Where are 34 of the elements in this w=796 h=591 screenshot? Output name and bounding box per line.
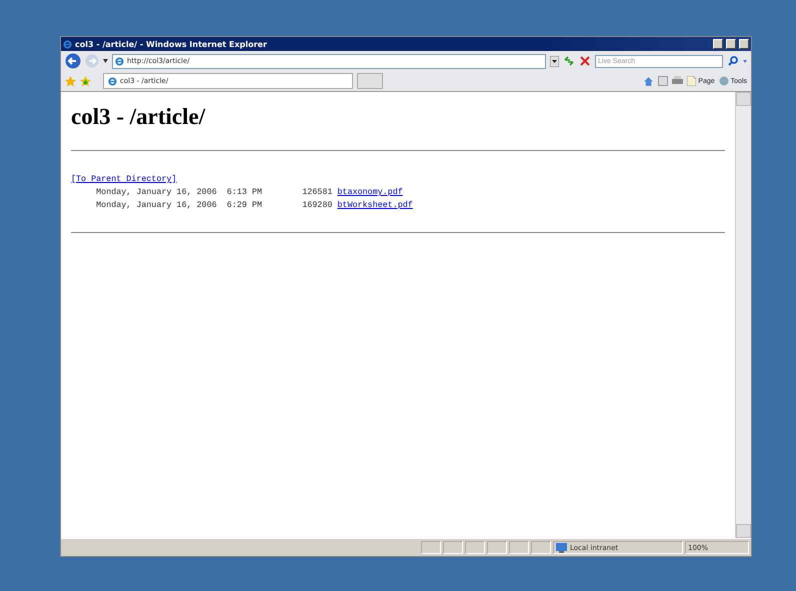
parent-directory-link[interactable]: [To Parent Directory]	[71, 173, 177, 186]
stop-icon[interactable]	[579, 55, 591, 67]
ie-icon	[63, 40, 72, 48]
file-size: 126581	[302, 186, 332, 199]
file-link[interactable]: btaxonomy.pdf	[337, 186, 403, 199]
status-pane	[465, 541, 485, 554]
page-heading: col3 - /article/	[71, 104, 206, 130]
page-icon	[687, 76, 696, 86]
home-icon[interactable]	[643, 76, 654, 86]
network-icon	[556, 542, 567, 552]
maximize-button[interactable]	[726, 39, 736, 49]
status-pane	[421, 541, 441, 554]
ie-icon	[108, 76, 117, 86]
star-icon[interactable]	[65, 76, 76, 86]
file-date: Monday, January 16, 2006 6:29 PM	[96, 199, 262, 212]
minimize-button[interactable]	[713, 39, 723, 49]
add-favorite-icon[interactable]	[80, 76, 91, 86]
refresh-icon[interactable]	[563, 55, 575, 67]
status-pane	[443, 541, 463, 554]
dropdown-icon[interactable]	[103, 59, 108, 63]
new-tab-button[interactable]	[357, 73, 383, 89]
dropdown-icon[interactable]	[550, 56, 559, 66]
status-pane	[509, 541, 529, 554]
print-icon[interactable]	[672, 76, 684, 86]
back-icon[interactable]	[65, 53, 81, 69]
window-title: col3 - /article/ - Windows Internet Explorer	[75, 40, 268, 48]
page-icon	[115, 56, 124, 66]
search-icon[interactable]	[727, 55, 739, 67]
file-date: Monday, January 16, 2006 6:13 PM	[96, 186, 262, 199]
status-pane	[531, 541, 551, 554]
file-size: 169280	[302, 199, 332, 212]
close-button[interactable]	[739, 39, 749, 49]
file-link[interactable]: btWorksheet.pdf	[337, 199, 413, 212]
status-pane	[487, 541, 507, 554]
